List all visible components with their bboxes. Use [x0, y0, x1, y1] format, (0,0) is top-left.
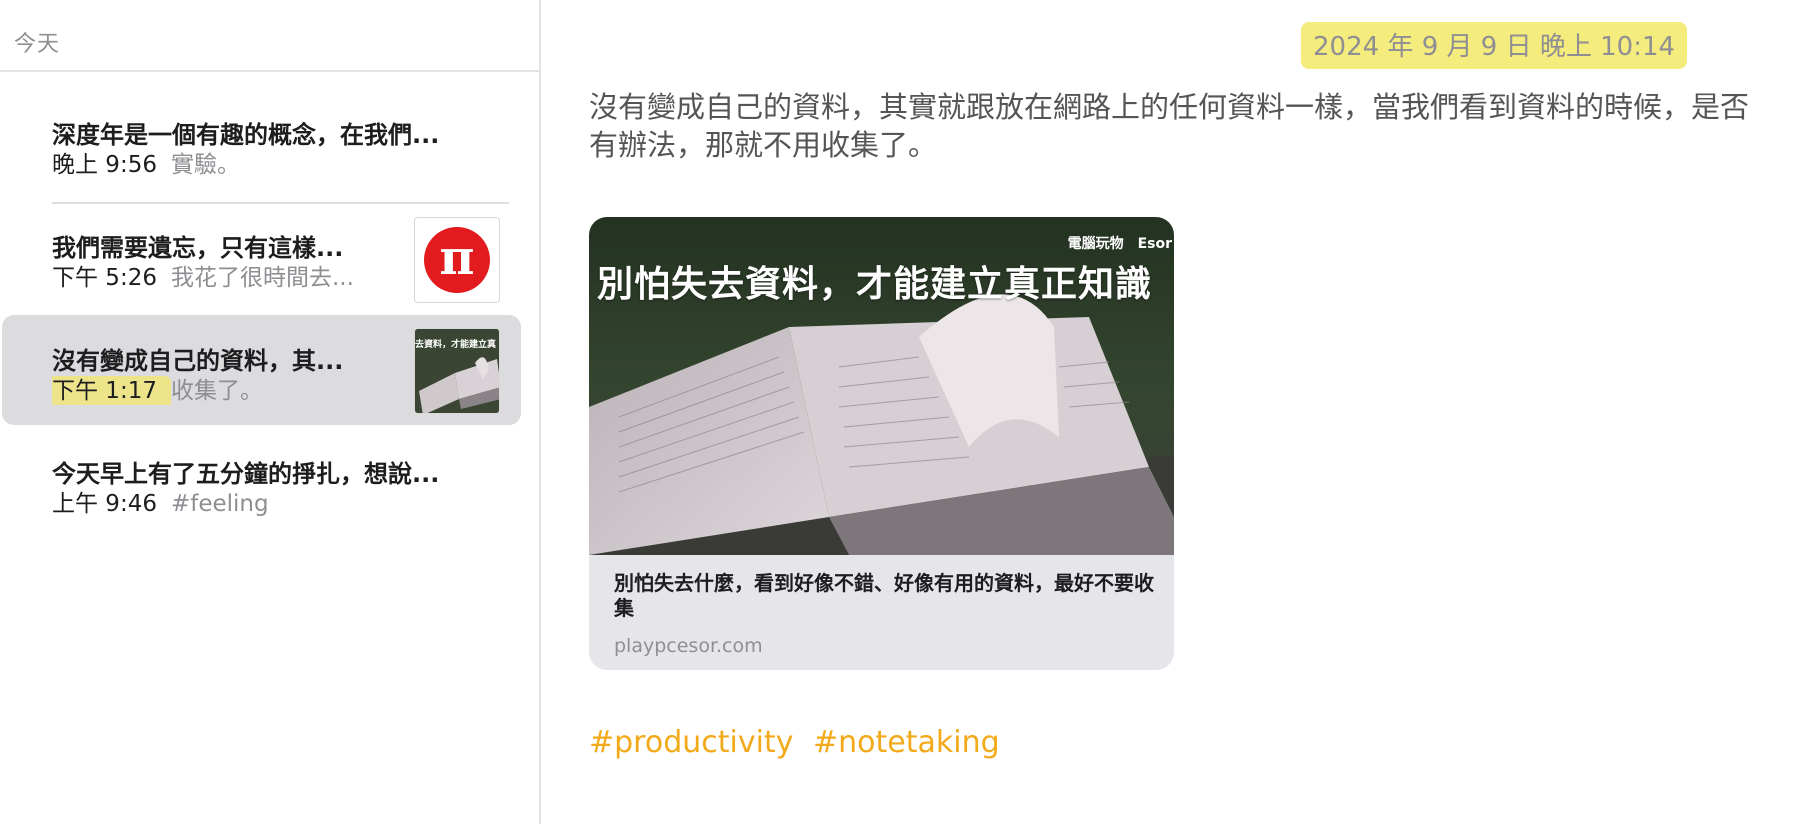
note-preview: 實驗。	[170, 152, 240, 178]
note-body-line: 沒有變成自己的資料，其實就跟放在網路上的任何資料一樣，當我們看到資料的時候，是否	[589, 90, 1750, 124]
card-image-title: 別怕失去資料，才能建立真正知識	[597, 264, 1153, 305]
note-preview: 收集了。	[170, 378, 263, 404]
link-preview-image: 電腦玩物 Esor 別怕失去資料，才能建立真正知識	[589, 217, 1174, 555]
note-meta: 下午 1:17 收集了。	[52, 371, 412, 405]
note-meta: 晚上 9:56 實驗。	[52, 145, 412, 179]
note-time: 晚上 9:56	[52, 152, 157, 178]
link-card-title: 別怕失去什麼，看到好像不錯、好像有用的資料，最好不要收集	[614, 571, 1154, 620]
note-body-line: 有辦法，那就不用收集了。	[589, 128, 938, 162]
note-row[interactable]: 深度年是一個有趣的概念，在我們... 晚上 9:56 實驗。	[2, 85, 521, 195]
note-detail-pane[interactable]: 2024 年 9 月 9 日 晚上 10:14 沒有變成自己的資料，其實就跟放在…	[541, 0, 1814, 824]
header-divider	[0, 70, 541, 72]
note-meta: 上午 9:46 #feeling	[52, 484, 412, 518]
section-header-today: 今天	[14, 32, 61, 57]
note-body[interactable]: 沒有變成自己的資料，其實就跟放在網路上的任何資料一樣，當我們看到資料的時候，是否…	[589, 88, 1814, 164]
tag-notetaking[interactable]: #notetaking	[813, 725, 1000, 760]
note-preview: 我花了很時間去...	[170, 265, 354, 291]
note-time: 上午 9:46	[52, 491, 157, 517]
card-image-tag: 電腦玩物 Esor	[1067, 236, 1172, 252]
notes-sidebar: 今天 深度年是一個有趣的概念，在我們... 晚上 9:56 實驗。 我們需要遺忘，…	[0, 0, 541, 824]
note-date-stamp: 2024 年 9 月 9 日 晚上 10:14	[1301, 22, 1688, 69]
note-row[interactable]: 今天早上有了五分鐘的掙扎，想說... 上午 9:46 #feeling	[2, 428, 521, 538]
note-time: 下午 5:26	[52, 265, 157, 291]
note-thumbnail: π	[414, 217, 500, 303]
note-tags: #productivity #notetaking	[589, 725, 1010, 760]
link-card-domain: playpcesor.com	[614, 635, 763, 657]
note-row[interactable]: 我們需要遺忘，只有這樣... 下午 5:26 我花了很時間去... π	[2, 202, 521, 312]
note-row-selected[interactable]: 沒有變成自己的資料，其... 下午 1:17 收集了。 去資料，才能建立真	[2, 315, 521, 425]
pi-logo-icon: π	[424, 227, 490, 293]
link-preview-card[interactable]: 電腦玩物 Esor 別怕失去資料，才能建立真正知識 別怕失去什麼，看到好像不錯、…	[589, 217, 1174, 670]
note-meta: 下午 5:26 我花了很時間去...	[52, 258, 412, 292]
thumbnail-caption: 去資料，才能建立真	[415, 340, 497, 350]
notes-app: 今天 深度年是一個有趣的概念，在我們... 晚上 9:56 實驗。 我們需要遺忘，…	[0, 0, 1814, 824]
note-time: 下午 1:17	[52, 378, 157, 404]
note-thumbnail: 去資料，才能建立真	[414, 328, 500, 414]
tag-productivity[interactable]: #productivity	[589, 725, 793, 760]
note-preview: #feeling	[170, 491, 269, 517]
